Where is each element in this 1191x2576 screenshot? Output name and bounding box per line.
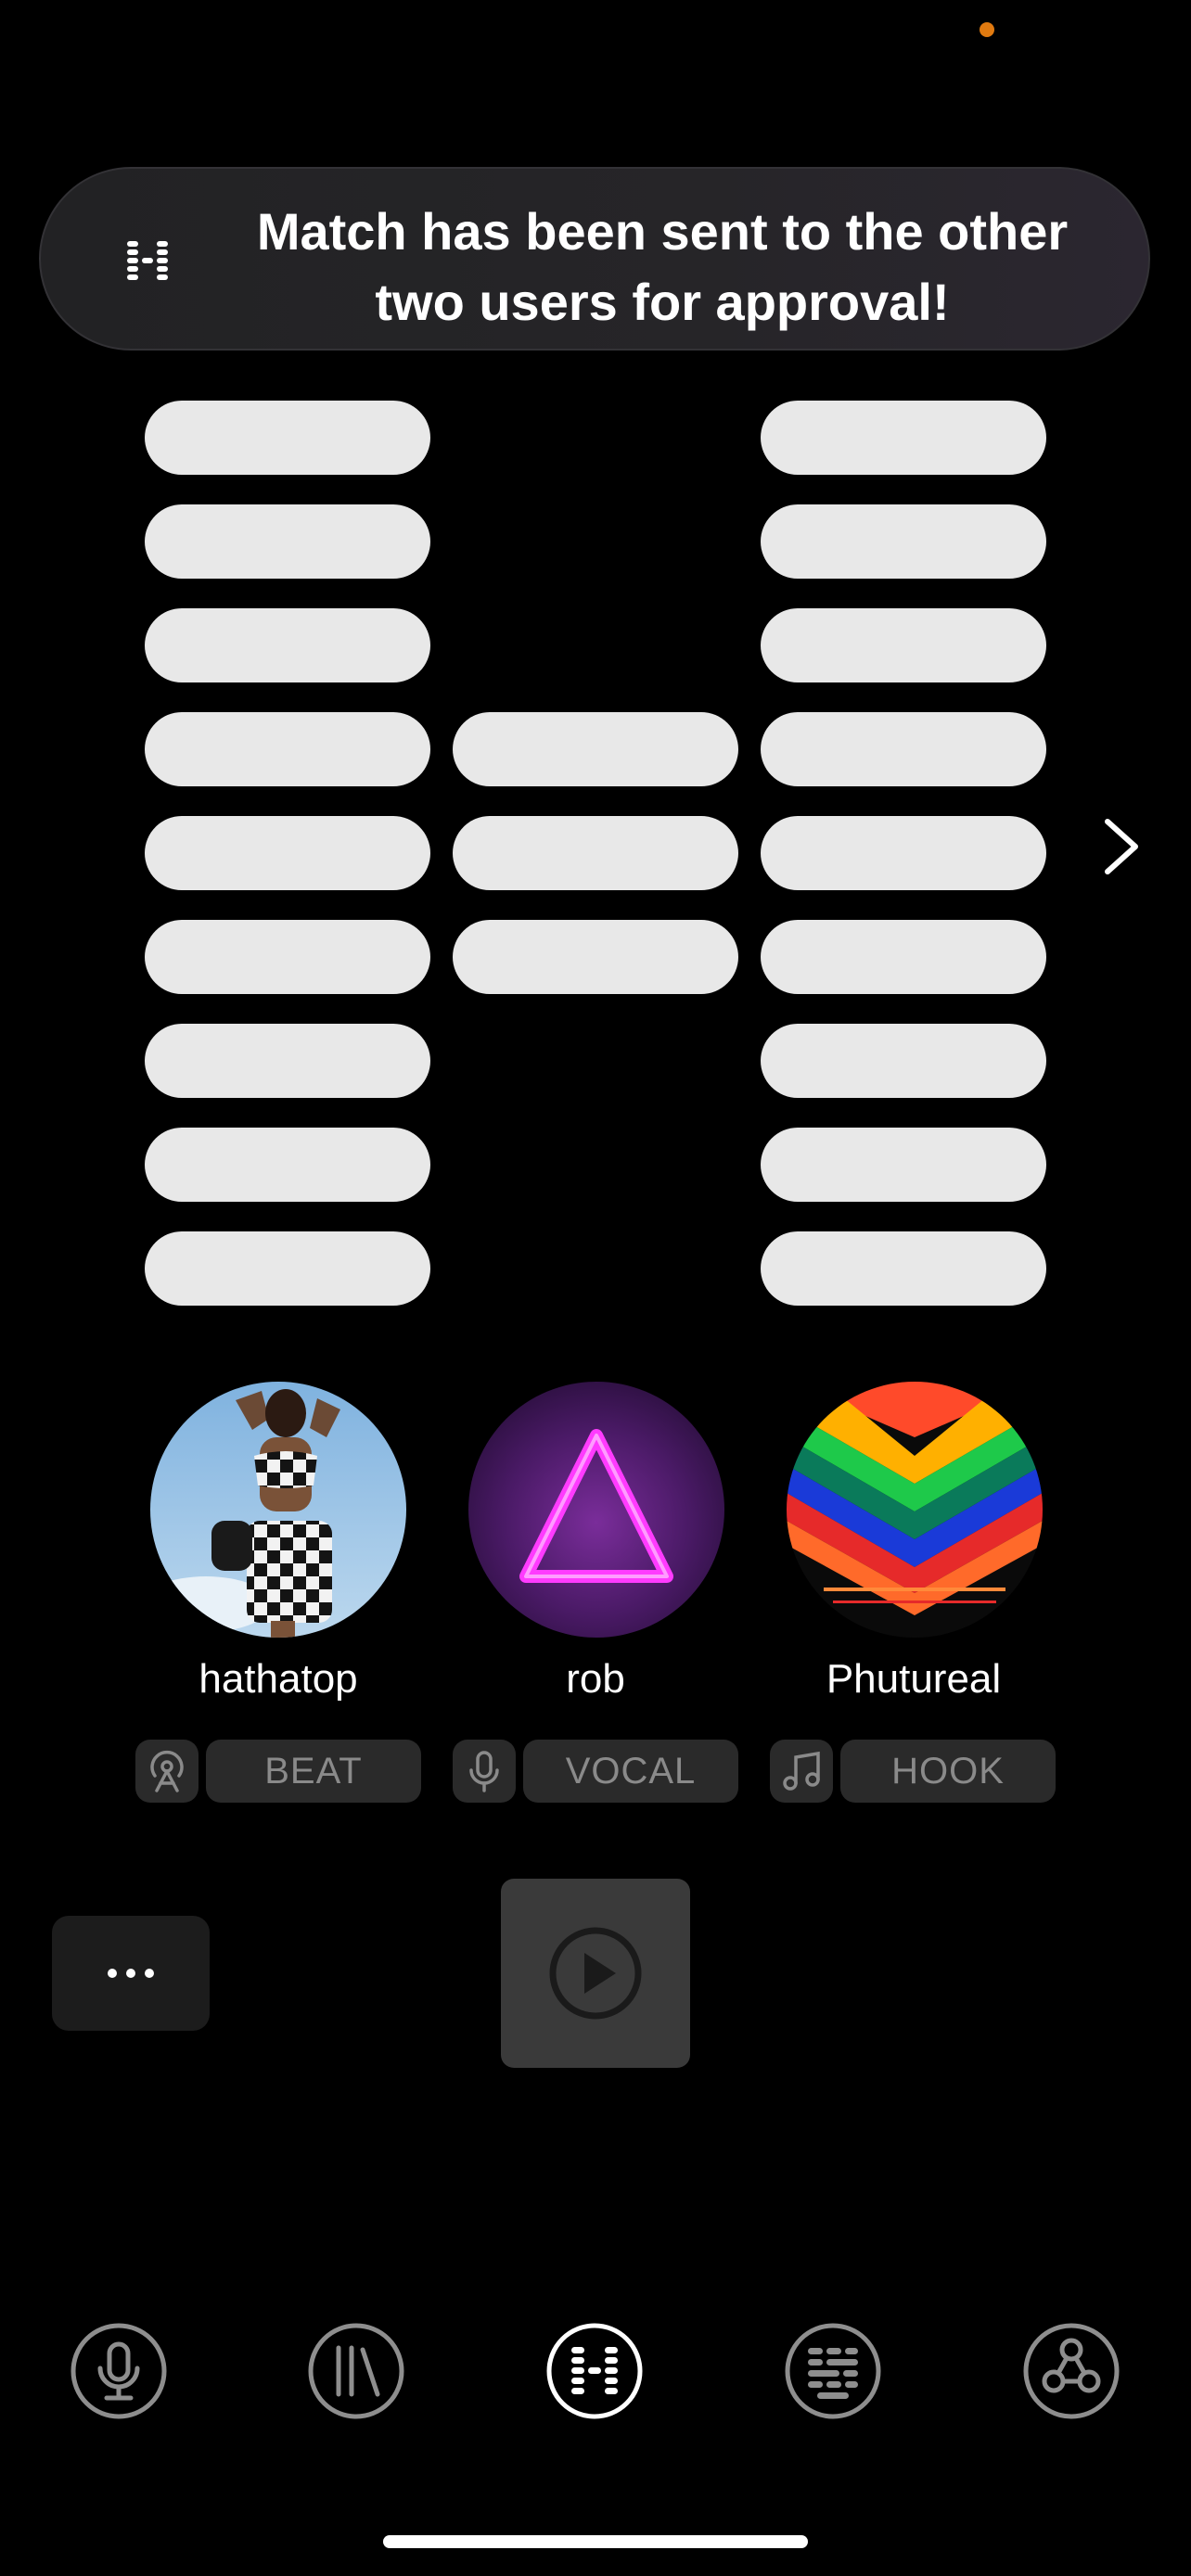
beat-pill [145, 1128, 430, 1202]
play-icon [549, 1927, 642, 2020]
microphone-icon [469, 1751, 499, 1792]
beat-pill [145, 504, 430, 579]
beat-pill [145, 608, 430, 682]
beat-pill [145, 401, 430, 475]
match-sent-toast: Match has been sent to the other two use… [39, 167, 1150, 351]
hook-role-label: HOOK [840, 1740, 1056, 1803]
grid-tab-list-icon[interactable] [784, 2322, 882, 2420]
orange-status-dot [980, 22, 994, 37]
vocal-pill [453, 920, 738, 994]
hook-pill [761, 816, 1046, 890]
chevron-right-icon[interactable] [1095, 814, 1146, 879]
avatar-rob[interactable] [468, 1382, 724, 1638]
play-button[interactable] [501, 1879, 690, 2068]
record-tab-microphone-icon[interactable] [70, 2322, 168, 2420]
more-options-button[interactable] [52, 1916, 210, 2031]
vocal-pill [453, 712, 738, 786]
hook-pill [761, 1231, 1046, 1306]
toast-message: Match has been sent to the other two use… [198, 197, 1126, 338]
vocal-role-label: VOCAL [523, 1740, 738, 1803]
ellipsis-icon [108, 1969, 154, 1978]
vocal-pill [453, 816, 738, 890]
beat-antenna-icon [150, 1750, 184, 1792]
beat-pill [145, 920, 430, 994]
user-name-hathatop: hathatop [198, 1656, 358, 1702]
hook-pill [761, 1128, 1046, 1202]
hook-role-icon-box [770, 1740, 833, 1803]
music-note-icon [783, 1751, 820, 1791]
hook-pill [761, 608, 1046, 682]
toast-message-line1: Match has been sent to the other [256, 202, 1069, 261]
home-indicator [383, 2535, 808, 2548]
beat-role-label: BEAT [206, 1740, 421, 1803]
avatar-phutureal[interactable] [787, 1382, 1043, 1638]
hook-pill [761, 1024, 1046, 1098]
app-logo-icon [127, 241, 168, 280]
toast-message-line2: two users for approval! [375, 273, 950, 331]
avatar-hathatop[interactable] [150, 1382, 406, 1638]
vocal-role-icon-box [453, 1740, 516, 1803]
network-tab-nodes-icon[interactable] [1022, 2322, 1121, 2420]
user-name-phutureal: Phutureal [826, 1656, 1002, 1702]
beat-pill [145, 712, 430, 786]
hook-pill [761, 920, 1046, 994]
match-tab-logo-icon[interactable] [545, 2322, 644, 2420]
profile-photo [150, 1382, 406, 1638]
user-name-rob: rob [566, 1656, 625, 1702]
hook-pill [761, 504, 1046, 579]
hook-pill [761, 401, 1046, 475]
library-tab-books-icon[interactable] [307, 2322, 405, 2420]
beat-pill [145, 816, 430, 890]
profile-rainbow-art [787, 1382, 1043, 1638]
hook-pill [761, 712, 1046, 786]
beat-pill [145, 1231, 430, 1306]
beat-pill [145, 1024, 430, 1098]
beat-role-icon-box [135, 1740, 198, 1803]
profile-triangle-art [468, 1382, 724, 1638]
